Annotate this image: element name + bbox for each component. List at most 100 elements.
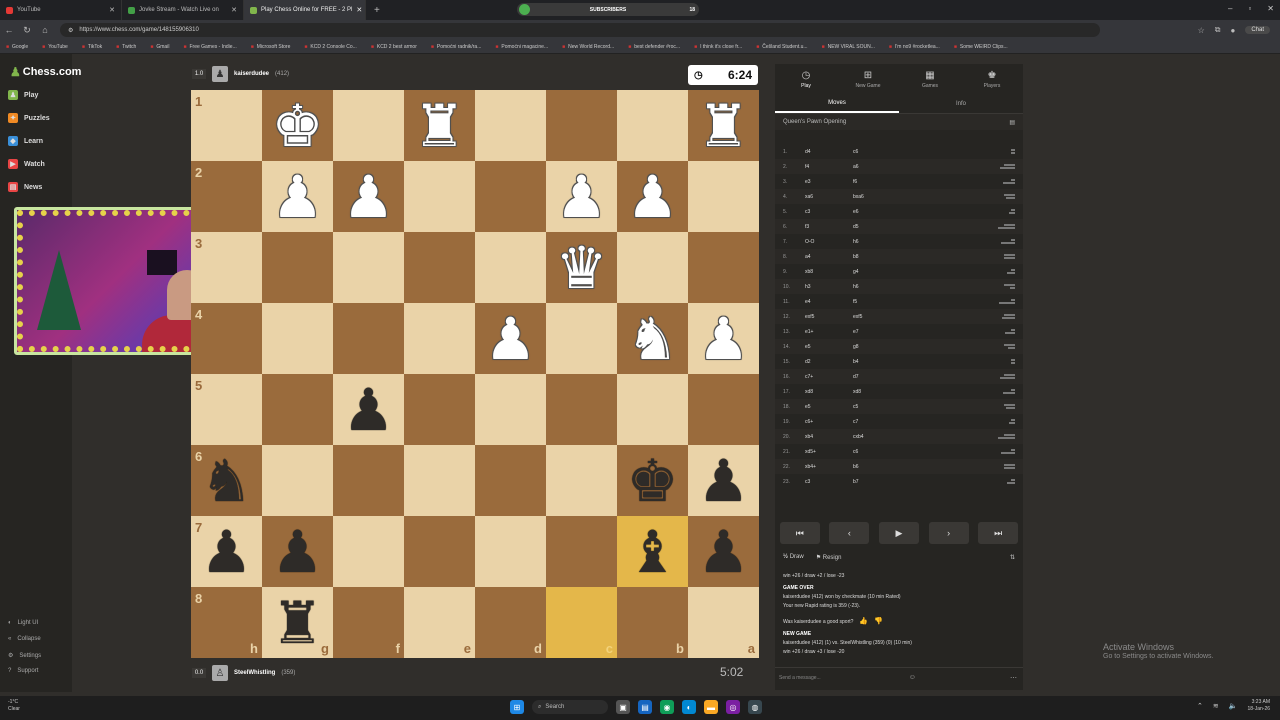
square-d5[interactable] (475, 374, 546, 445)
square-a8[interactable]: a (688, 587, 759, 658)
sidebar-light-ui[interactable]: ◐ Light UI (8, 620, 38, 626)
square-a2[interactable] (688, 161, 759, 232)
bookmark-item[interactable]: NEW VIRAL SOUN... (822, 44, 875, 50)
white-move[interactable]: c6+ (805, 419, 853, 425)
white-pawn-piece-icon[interactable]: ♟ (485, 310, 537, 368)
chess-logo[interactable]: ♟ Chess.com (10, 65, 81, 79)
white-move[interactable]: d2 (805, 359, 853, 365)
square-g7[interactable]: ♟ (262, 516, 333, 587)
black-move[interactable]: bxa6 (853, 194, 901, 200)
url-field[interactable]: ⚙ https://www.chess.com/game/148155906310 (60, 23, 1100, 37)
white-move[interactable]: c3 (805, 479, 853, 485)
white-king-piece-icon[interactable]: ♚ (272, 97, 324, 155)
chevron-up-icon[interactable]: ⌃ (1197, 702, 1203, 710)
task-view-icon[interactable]: ▣ (616, 700, 630, 714)
square-c5[interactable] (546, 374, 617, 445)
tab-play[interactable]: ◷ Play (775, 64, 837, 94)
white-move[interactable]: f3 (805, 224, 853, 230)
black-move[interactable]: b7 (853, 479, 901, 485)
close-window-icon[interactable]: ✕ (1267, 4, 1274, 13)
sidebar-item-learn[interactable]: ◆ Learn (8, 136, 43, 146)
steam-icon[interactable]: ◍ (748, 700, 762, 714)
chrome-icon[interactable]: ◉ (660, 700, 674, 714)
close-tab-icon[interactable]: ✕ (109, 6, 115, 14)
new-tab-button[interactable]: + (366, 5, 388, 16)
white-pawn-piece-icon[interactable]: ♟ (698, 310, 750, 368)
white-move[interactable]: e5 (805, 344, 853, 350)
tab-games[interactable]: ▦ Games (899, 64, 961, 94)
square-h8[interactable]: 8h (191, 587, 262, 658)
tab-players[interactable]: ♚ Players (961, 64, 1023, 94)
square-f3[interactable] (333, 232, 404, 303)
white-rook-piece-icon[interactable]: ♜ (698, 97, 750, 155)
bookmark-item[interactable]: Twitch (116, 44, 136, 50)
sidebar-item-news[interactable]: ▤ News (8, 182, 42, 192)
black-move[interactable]: c6 (853, 149, 901, 155)
white-move[interactable]: xb4+ (805, 464, 853, 470)
black-knight-piece-icon[interactable]: ♞ (201, 452, 253, 510)
top-player-name[interactable]: kaiserdudee (234, 71, 269, 77)
square-g2[interactable]: ♟ (262, 161, 333, 232)
square-f8[interactable]: f (333, 587, 404, 658)
square-d6[interactable] (475, 445, 546, 516)
square-d8[interactable]: d (475, 587, 546, 658)
clock-widget[interactable]: 3:23 AM 18-Jan-26 (1247, 699, 1270, 713)
black-pawn-piece-icon[interactable]: ♟ (343, 381, 395, 439)
square-g1[interactable]: ♚ (262, 90, 333, 161)
square-f6[interactable] (333, 445, 404, 516)
square-e8[interactable]: e (404, 587, 475, 658)
black-move[interactable]: e6 (853, 209, 901, 215)
minimize-icon[interactable]: – (1228, 4, 1232, 13)
black-move[interactable]: g4 (853, 269, 901, 275)
white-move[interactable]: exf5 (805, 314, 853, 320)
black-pawn-piece-icon[interactable]: ♟ (201, 523, 253, 581)
bookmark-item[interactable]: Pomoćni magacine... (495, 44, 548, 50)
maximize-icon[interactable]: ▫ (1248, 4, 1251, 13)
black-move[interactable]: xd8 (853, 389, 901, 395)
white-move[interactable]: xa6 (805, 194, 853, 200)
square-e5[interactable] (404, 374, 475, 445)
wifi-icon[interactable]: ≋ (1213, 702, 1219, 710)
bookmark-item[interactable]: I'm no9 #rocketlea... (889, 44, 940, 50)
square-a5[interactable] (688, 374, 759, 445)
black-move[interactable]: h6 (853, 284, 901, 290)
black-move[interactable]: d7 (853, 374, 901, 380)
white-move[interactable]: e4 (805, 299, 853, 305)
black-move[interactable]: c5 (853, 404, 901, 410)
square-c8[interactable]: c (546, 587, 617, 658)
prev-move-button[interactable]: ‹ (829, 522, 870, 544)
white-move[interactable]: f4 (805, 164, 853, 170)
square-f1[interactable] (333, 90, 404, 161)
square-f4[interactable] (333, 303, 404, 374)
black-move[interactable]: b8 (853, 254, 901, 260)
bookmark-item[interactable]: TikTok (82, 44, 102, 50)
black-move[interactable]: cxb4 (853, 434, 901, 440)
emoji-icon[interactable]: ☺ (909, 674, 916, 681)
tab-new-game[interactable]: ⊞ New Game (837, 64, 899, 94)
square-c2[interactable]: ♟ (546, 161, 617, 232)
black-move[interactable]: f6 (853, 179, 901, 185)
square-h7[interactable]: 7 ♟ (191, 516, 262, 587)
next-move-button[interactable]: › (928, 522, 969, 544)
white-move[interactable]: h3 (805, 284, 853, 290)
black-move[interactable]: e7 (853, 329, 901, 335)
sidebar-item-watch[interactable]: ▶ Watch (8, 159, 45, 169)
thumbs-up-icon[interactable]: 👍 (859, 617, 868, 626)
square-c4[interactable] (546, 303, 617, 374)
square-e1[interactable]: ♜ (404, 90, 475, 161)
square-b3[interactable] (617, 232, 688, 303)
square-b1[interactable] (617, 90, 688, 161)
black-pawn-piece-icon[interactable]: ♟ (272, 523, 324, 581)
chat-button[interactable]: Chat (1245, 26, 1270, 34)
square-c6[interactable] (546, 445, 617, 516)
bookmark-item[interactable]: I think it's close fr... (694, 44, 742, 50)
bookmark-item[interactable]: New World Record... (562, 44, 614, 50)
square-d4[interactable]: ♟ (475, 303, 546, 374)
black-pawn-piece-icon[interactable]: ♟ (698, 523, 750, 581)
sidebar-support[interactable]: ? Support (8, 668, 38, 674)
folder-icon[interactable]: ▬ (704, 700, 718, 714)
square-a1[interactable]: ♜ (688, 90, 759, 161)
square-c7[interactable] (546, 516, 617, 587)
square-a4[interactable]: ♟ (688, 303, 759, 374)
square-b2[interactable]: ♟ (617, 161, 688, 232)
